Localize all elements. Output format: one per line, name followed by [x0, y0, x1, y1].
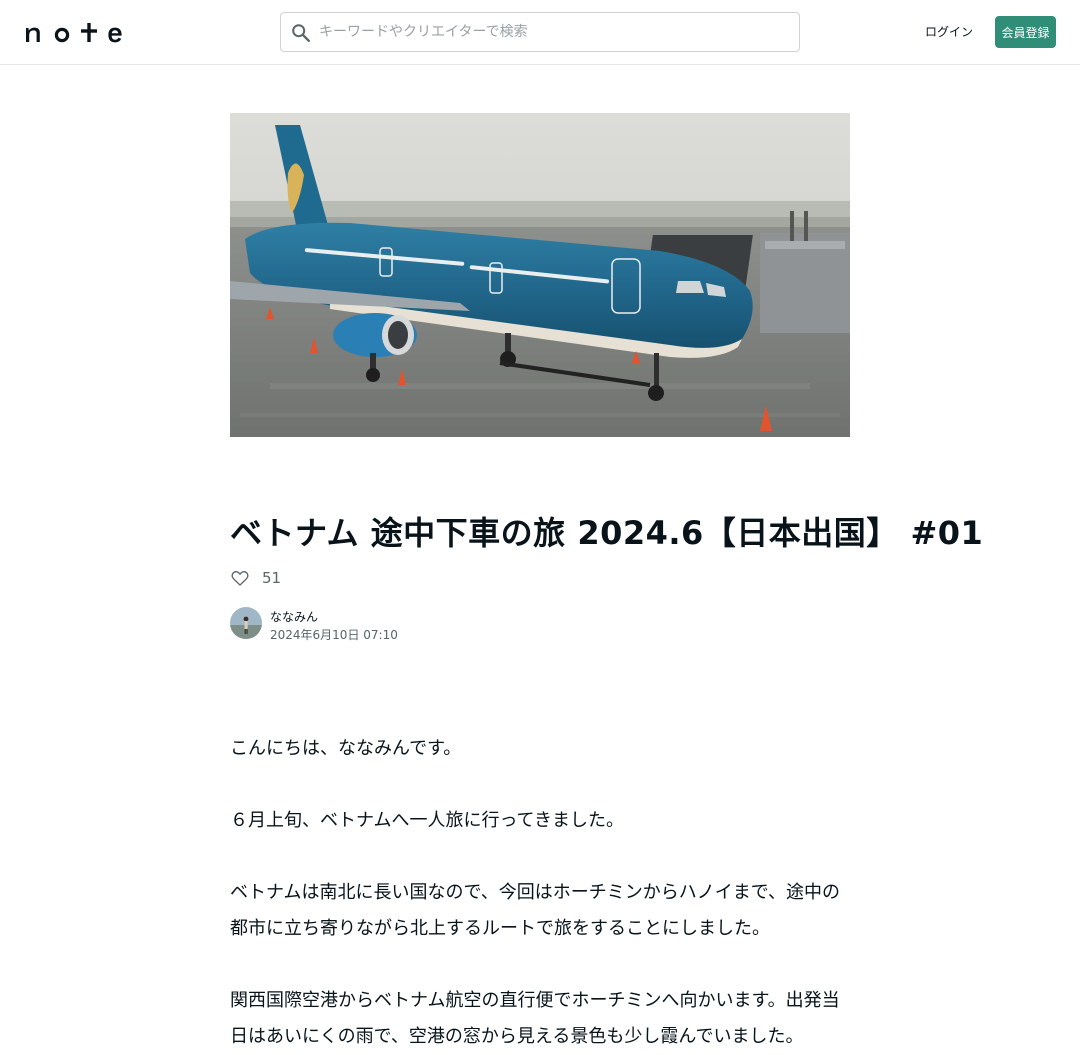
search-input[interactable] — [319, 13, 789, 51]
body-paragraph: こんにちは、ななみんです。 — [230, 738, 462, 759]
like-count: 51 — [262, 569, 282, 587]
like-row: 51 — [230, 566, 281, 590]
body-paragraph: 関西国際空港からベトナム航空の直行便でホーチミンへ向かいます。出発当日はあいにく… — [230, 990, 840, 1047]
heart-icon[interactable] — [230, 568, 250, 588]
body-paragraph: ６月上旬、ベトナムへ一人旅に行ってきました。 — [230, 810, 625, 831]
note-logo[interactable] — [24, 20, 124, 44]
signup-button[interactable]: 会員登録 — [995, 16, 1056, 48]
article-title: ベトナム 途中下車の旅 2024.6【日本出国】 #01 — [230, 514, 984, 552]
login-link[interactable]: ログイン — [922, 16, 976, 48]
top-navigation-bar: ログイン 会員登録 — [0, 0, 1080, 65]
hero-image — [230, 113, 850, 437]
search-box — [280, 12, 800, 52]
body-paragraph: ベトナムは南北に長い国なので、今回はホーチミンからハノイまで、途中の都市に立ち寄… — [230, 882, 841, 939]
author-name[interactable]: ななみん — [270, 608, 318, 625]
post-date: 2024年6月10日 07:10 — [270, 628, 398, 642]
avatar[interactable] — [230, 607, 262, 639]
search-icon[interactable] — [290, 22, 312, 44]
airplane-photo-icon — [230, 113, 850, 437]
